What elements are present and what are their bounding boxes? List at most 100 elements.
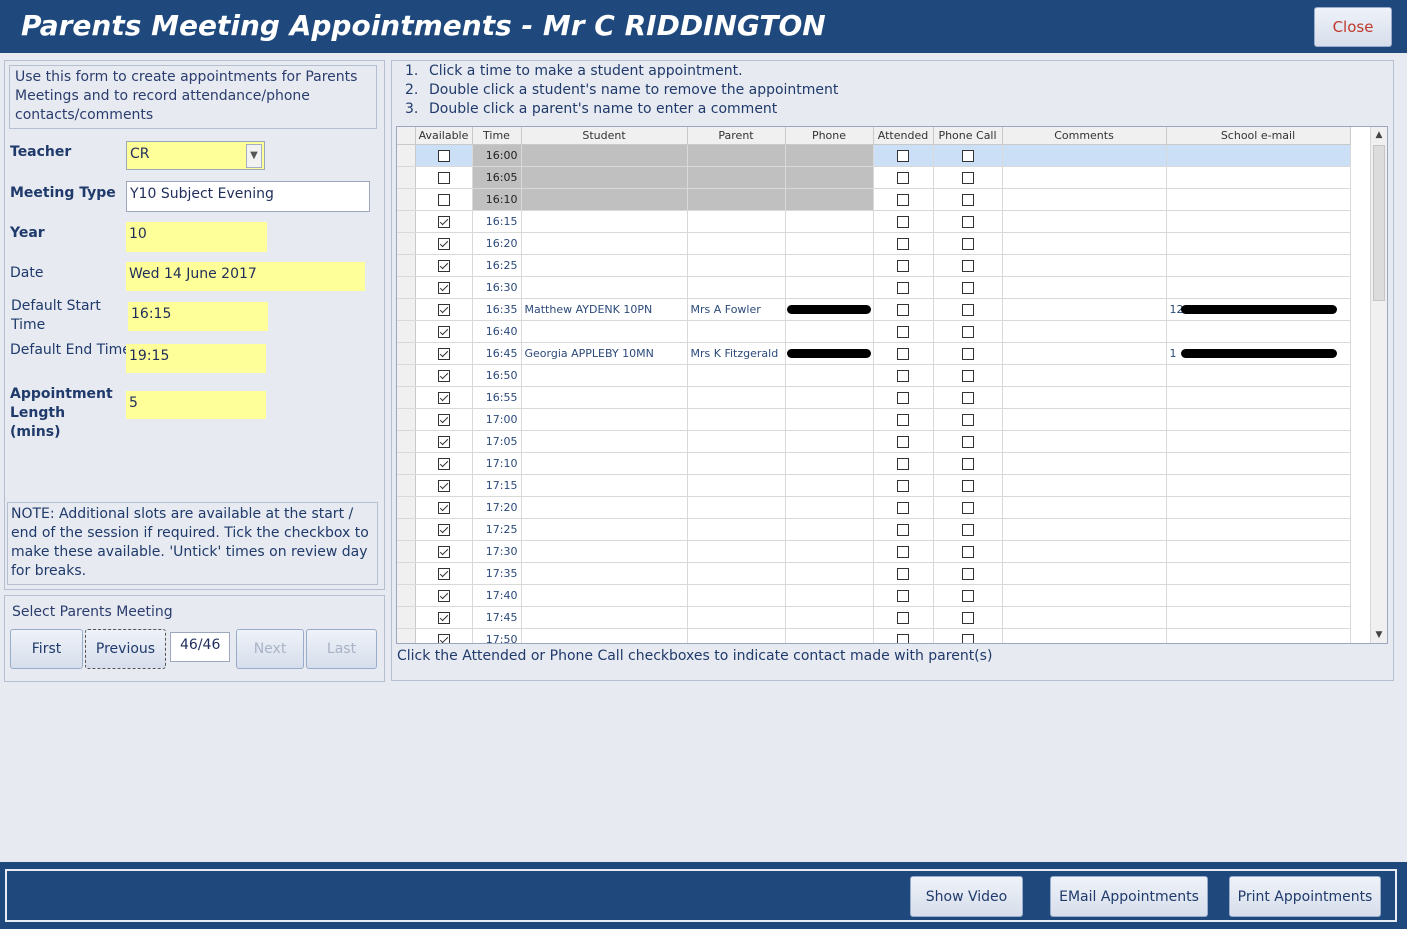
cell-parent[interactable] [687,628,786,643]
row-selector[interactable] [397,562,416,585]
default-end-field[interactable]: 19:15 [126,344,266,373]
phone-call-checkbox[interactable] [961,325,974,338]
phone-call-checkbox[interactable] [961,501,974,514]
first-button[interactable]: First [10,629,83,669]
row-selector[interactable] [397,430,416,453]
row-selector[interactable] [397,408,416,431]
table-row[interactable]: 17:05 [397,430,1351,453]
cell-comments[interactable] [1002,430,1167,453]
scroll-up-icon[interactable]: ▲ [1371,127,1387,143]
header-phone[interactable]: Phone [785,127,874,145]
attended-checkbox[interactable] [897,215,909,228]
table-row[interactable]: 17:30 [397,540,1351,563]
row-selector[interactable] [397,342,416,365]
available-checkbox[interactable] [437,237,450,250]
table-row[interactable]: 16:55 [397,386,1351,409]
cell-parent[interactable] [687,584,786,607]
cell-time[interactable]: 17:30 [472,540,522,563]
header-comments[interactable]: Comments [1002,127,1167,145]
cell-parent[interactable] [687,210,786,233]
default-start-field[interactable]: 16:15 [128,302,268,331]
row-selector[interactable] [397,166,416,189]
row-selector[interactable] [397,298,416,321]
attended-checkbox[interactable] [897,325,909,338]
cell-comments[interactable] [1002,386,1167,409]
attended-checkbox[interactable] [897,369,909,382]
attended-checkbox[interactable] [897,545,909,558]
phone-call-checkbox[interactable] [961,435,974,448]
phone-call-checkbox[interactable] [961,303,974,316]
table-row[interactable]: 17:25 [397,518,1351,541]
header-attended[interactable]: Attended [873,127,934,145]
row-selector[interactable] [397,144,416,167]
attended-checkbox[interactable] [897,193,909,206]
cell-time[interactable]: 16:00 [472,144,522,167]
cell-comments[interactable] [1002,144,1167,167]
cell-comments[interactable] [1002,166,1167,189]
row-selector[interactable] [397,386,416,409]
table-row[interactable]: 16:50 [397,364,1351,387]
available-checkbox[interactable] [437,523,450,536]
attended-checkbox[interactable] [897,501,909,514]
header-time[interactable]: Time [472,127,522,145]
attended-checkbox[interactable] [897,435,909,448]
cell-parent[interactable] [687,606,786,629]
cell-time[interactable]: 17:25 [472,518,522,541]
row-selector[interactable] [397,452,416,475]
cell-parent[interactable] [687,496,786,519]
available-checkbox[interactable] [437,633,450,643]
cell-comments[interactable] [1002,562,1167,585]
close-button[interactable]: Close [1314,7,1392,47]
cell-time[interactable]: 16:45 [472,342,522,365]
row-selector[interactable] [397,628,416,643]
row-selector[interactable] [397,232,416,255]
meeting-type-field[interactable]: Y10 Subject Evening [126,181,370,212]
cell-parent[interactable] [687,144,786,167]
attended-checkbox[interactable] [897,347,909,360]
cell-comments[interactable] [1002,342,1167,365]
cell-comments[interactable] [1002,606,1167,629]
last-button[interactable]: Last [306,629,377,669]
cell-student[interactable] [521,320,688,343]
table-row[interactable]: 16:45 Georgia APPLEBY 10MN Mrs K Fitzgeral… [397,342,1351,365]
teacher-combo[interactable]: CR ▼ [126,141,265,170]
cell-comments[interactable] [1002,232,1167,255]
table-row[interactable]: 17:15 [397,474,1351,497]
cell-time[interactable]: 17:10 [472,452,522,475]
available-checkbox[interactable] [437,457,450,470]
phone-call-checkbox[interactable] [961,259,974,272]
cell-parent[interactable]: Mrs K Fitzgerald [687,342,786,365]
available-checkbox[interactable] [437,369,450,382]
attended-checkbox[interactable] [897,303,909,316]
cell-time[interactable]: 17:40 [472,584,522,607]
year-field[interactable]: 10 [126,222,267,252]
header-available[interactable]: Available [415,127,473,145]
cell-student[interactable] [521,540,688,563]
cell-time[interactable]: 16:25 [472,254,522,277]
table-row[interactable]: 17:50 [397,628,1351,643]
cell-comments[interactable] [1002,188,1167,211]
cell-time[interactable]: 17:45 [472,606,522,629]
attended-checkbox[interactable] [897,413,909,426]
appointments-grid[interactable]: Available Time Student Parent Phone Atte… [396,126,1388,644]
phone-call-checkbox[interactable] [961,237,974,250]
cell-comments[interactable] [1002,408,1167,431]
attended-checkbox[interactable] [897,457,909,470]
cell-student[interactable] [521,364,688,387]
cell-comments[interactable] [1002,452,1167,475]
cell-parent[interactable] [687,518,786,541]
row-selector[interactable] [397,276,416,299]
phone-call-checkbox[interactable] [961,369,974,382]
table-row[interactable]: 16:35 Matthew AYDENK 10PN Mrs A Fowler 12 [397,298,1351,321]
attended-checkbox[interactable] [897,281,909,294]
cell-student[interactable] [521,408,688,431]
cell-comments[interactable] [1002,518,1167,541]
cell-time[interactable]: 17:20 [472,496,522,519]
cell-student[interactable] [521,474,688,497]
available-checkbox[interactable] [437,281,450,294]
cell-student[interactable] [521,430,688,453]
table-row[interactable]: 16:25 [397,254,1351,277]
available-checkbox[interactable] [437,303,450,316]
cell-parent[interactable] [687,276,786,299]
available-checkbox[interactable] [437,325,450,338]
